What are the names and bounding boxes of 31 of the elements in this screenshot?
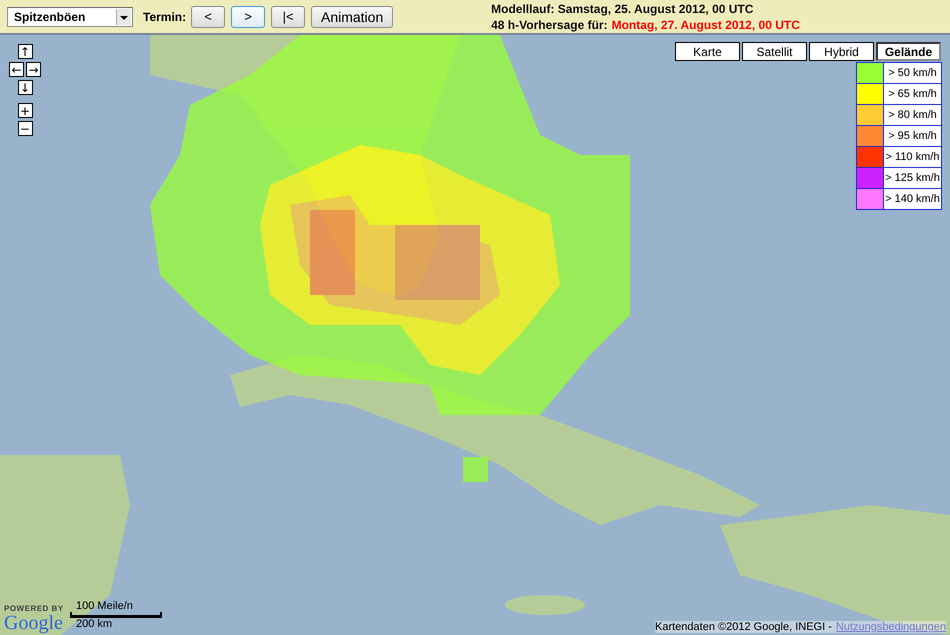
map-type-tab[interactable]: Hybrid xyxy=(809,42,874,61)
logo-caption: POWERED BY xyxy=(4,604,64,613)
zoom-out-button[interactable]: − xyxy=(18,121,32,136)
map-pan-button[interactable]: ↑ xyxy=(18,44,32,59)
forecast-time: Montag, 27. August 2012, 00 UTC xyxy=(612,18,800,32)
forecast-label: 48 h-Vorhersage für: xyxy=(491,18,608,32)
step-button[interactable]: Animation xyxy=(311,6,394,28)
attribution-text: Kartendaten ©2012 Google, INEGI - xyxy=(655,621,832,633)
legend-label: > 65 km/h xyxy=(887,87,938,102)
scale-label: 100 Meile/n xyxy=(75,600,133,612)
step-button[interactable]: |< xyxy=(271,6,306,28)
scale-label: 200 km xyxy=(75,618,112,630)
zoom-in-button[interactable]: + xyxy=(18,103,32,118)
legend-label: > 110 km/h xyxy=(884,150,940,165)
legend-label: > 80 km/h xyxy=(887,108,938,123)
parameter-dropdown[interactable]: Spitzenböen xyxy=(7,6,133,26)
dropdown-caret-icon[interactable] xyxy=(116,8,131,24)
legend-label: > 50 km/h xyxy=(887,66,938,81)
map-pan-button[interactable]: ↓ xyxy=(18,80,32,95)
legend-label: > 140 km/h xyxy=(884,192,941,207)
termin-label: Termin: xyxy=(143,10,186,24)
map-pan-button[interactable]: ← xyxy=(9,62,24,77)
map-type-tab[interactable]: Satellit xyxy=(742,42,807,61)
legend-label: > 95 km/h xyxy=(887,129,938,144)
step-button[interactable]: < xyxy=(191,6,226,28)
map-type-tab[interactable]: Karte xyxy=(675,42,740,61)
legend-label: > 125 km/h xyxy=(884,171,941,186)
model-run-text: Modelllauf: Samstag, 25. August 2012, 00 UTC xyxy=(491,2,754,16)
map-type-tab[interactable]: Gelände xyxy=(876,42,941,61)
map-pan-button[interactable]: → xyxy=(26,62,41,77)
step-button[interactable]: > xyxy=(231,6,266,28)
